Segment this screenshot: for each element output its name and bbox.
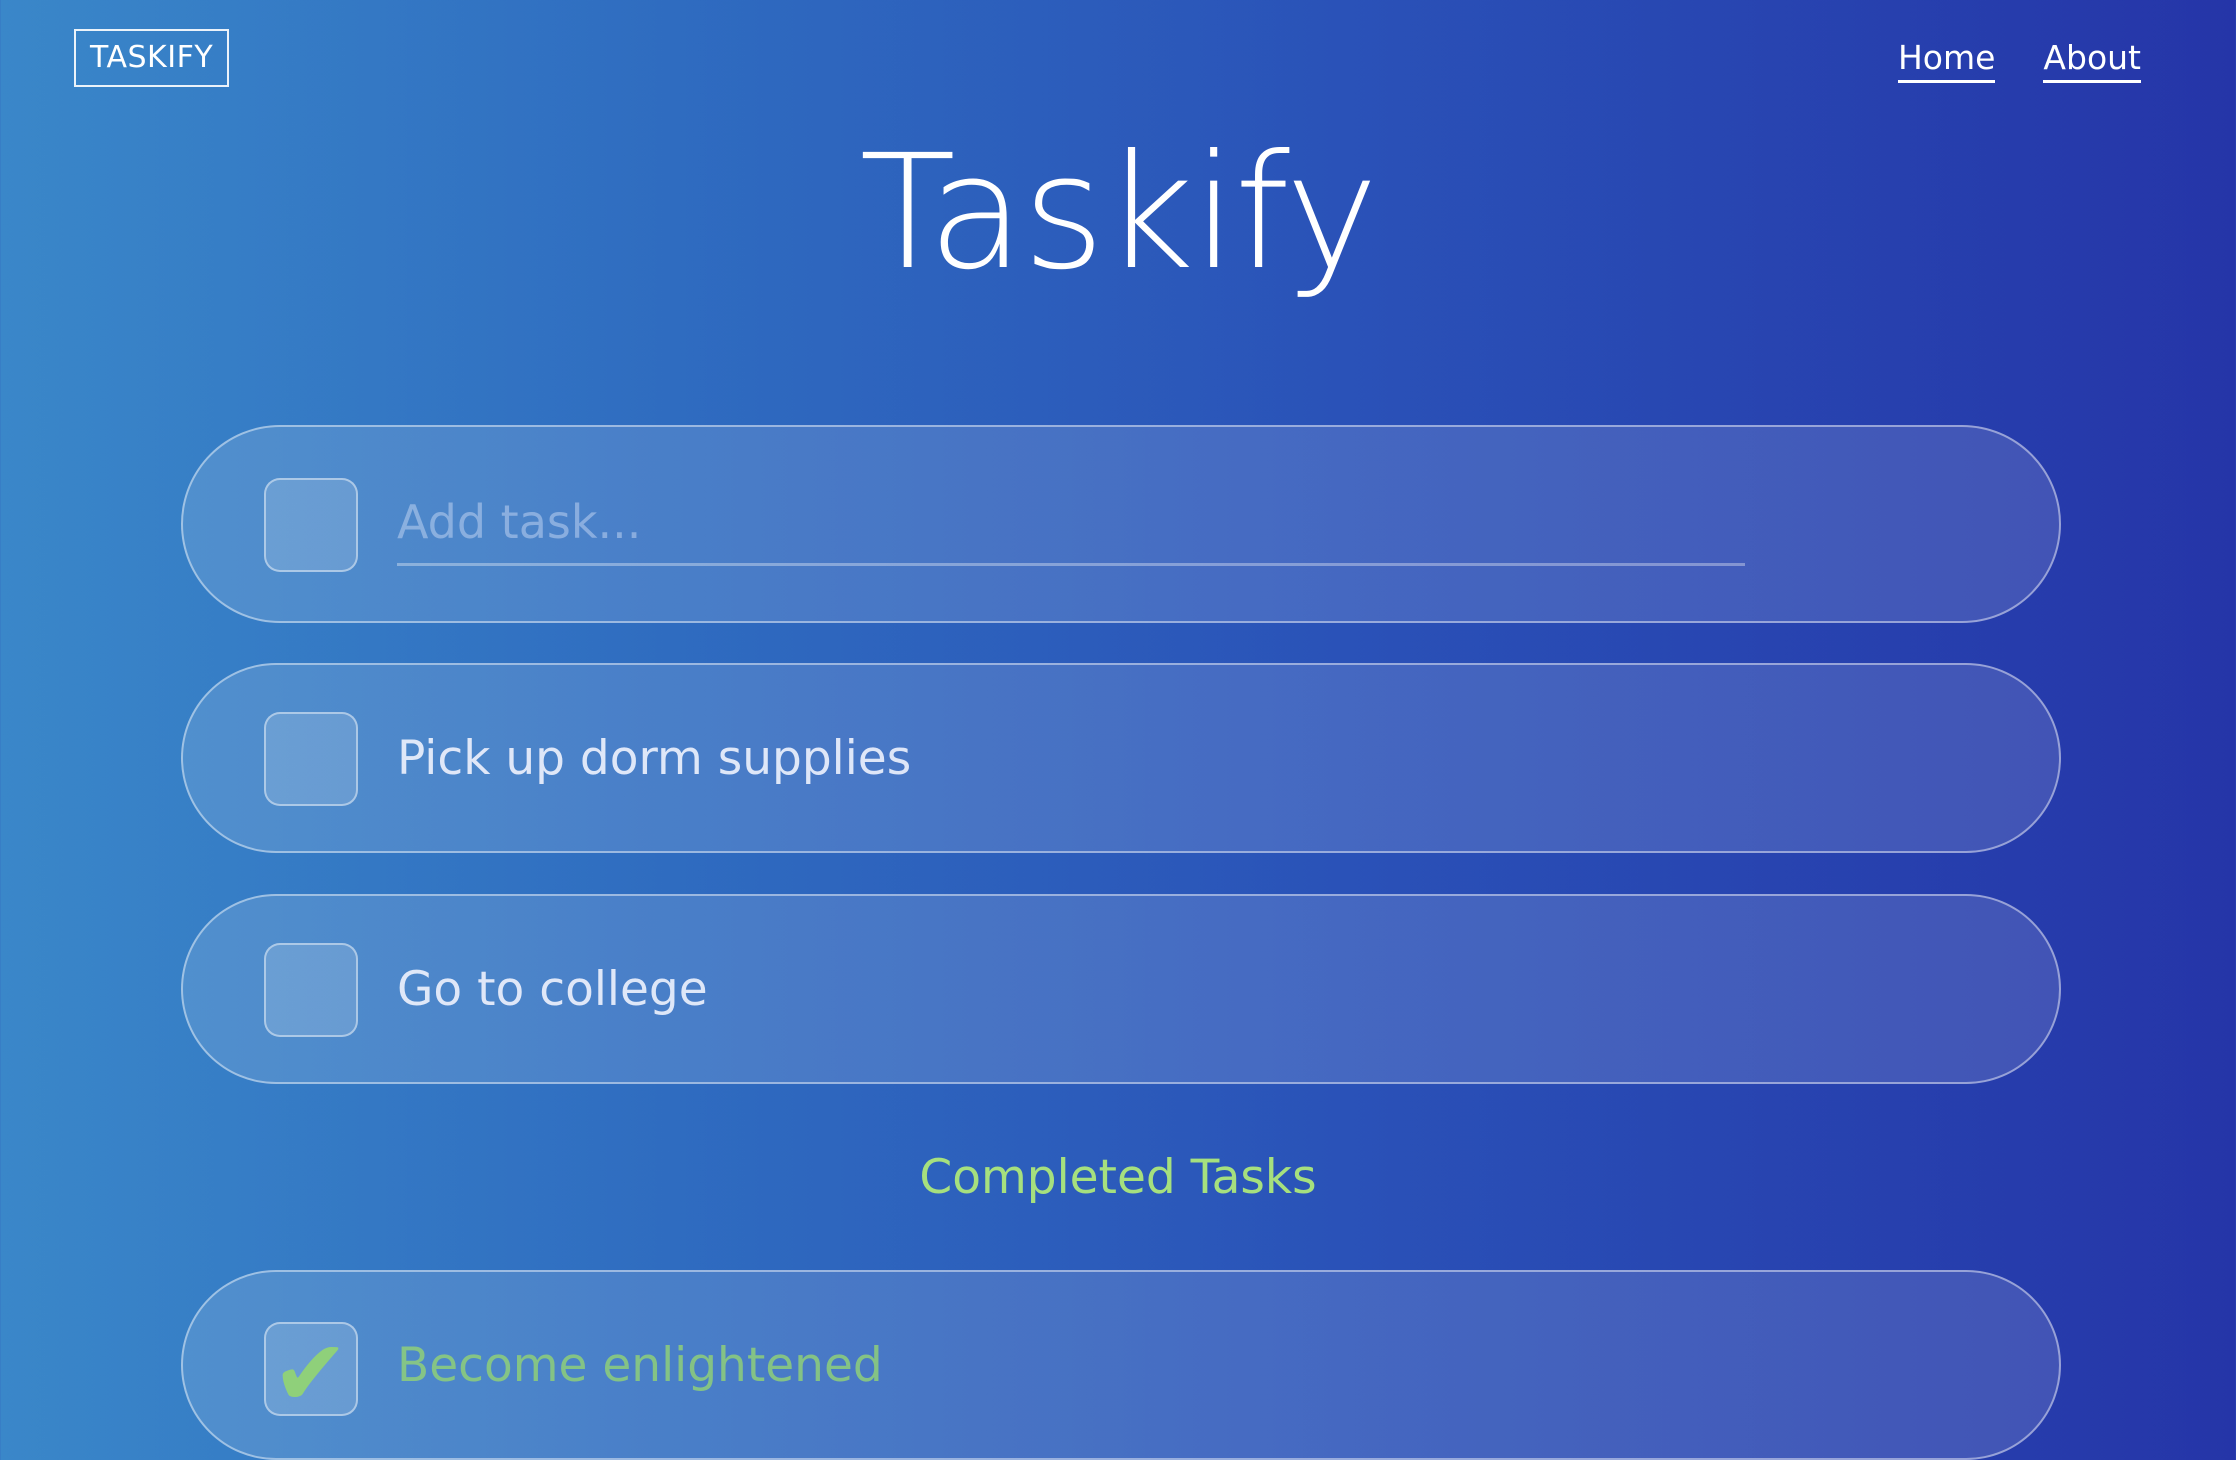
completed-tasks-heading: Completed Tasks [919, 1150, 1317, 1205]
add-task-row [181, 425, 2061, 623]
task-checkbox[interactable] [264, 712, 358, 806]
task-label[interactable]: Go to college [397, 958, 708, 1022]
task-row: Go to college [181, 894, 2061, 1084]
completed-task-checkbox[interactable]: ✔ [264, 1322, 358, 1420]
completed-task-row: ✔ Become enlightened [181, 1270, 2061, 1460]
brand-logo[interactable]: TASKIFY [74, 29, 230, 87]
add-task-input[interactable] [397, 481, 1745, 566]
page-title: Taskify [859, 121, 1378, 305]
main-nav: Home About [1897, 36, 2141, 83]
task-checkbox[interactable] [264, 943, 358, 1037]
nav-home-link[interactable]: Home [1897, 36, 1996, 83]
check-icon: ✔ [272, 1320, 350, 1427]
task-label[interactable]: Pick up dorm supplies [397, 727, 911, 791]
nav-about-link[interactable]: About [2043, 36, 2141, 83]
top-navbar: TASKIFY Home About [0, 0, 2236, 110]
completed-task-label[interactable]: Become enlightened [397, 1334, 883, 1398]
add-task-checkbox[interactable] [264, 478, 358, 572]
task-row: Pick up dorm supplies [181, 663, 2061, 853]
